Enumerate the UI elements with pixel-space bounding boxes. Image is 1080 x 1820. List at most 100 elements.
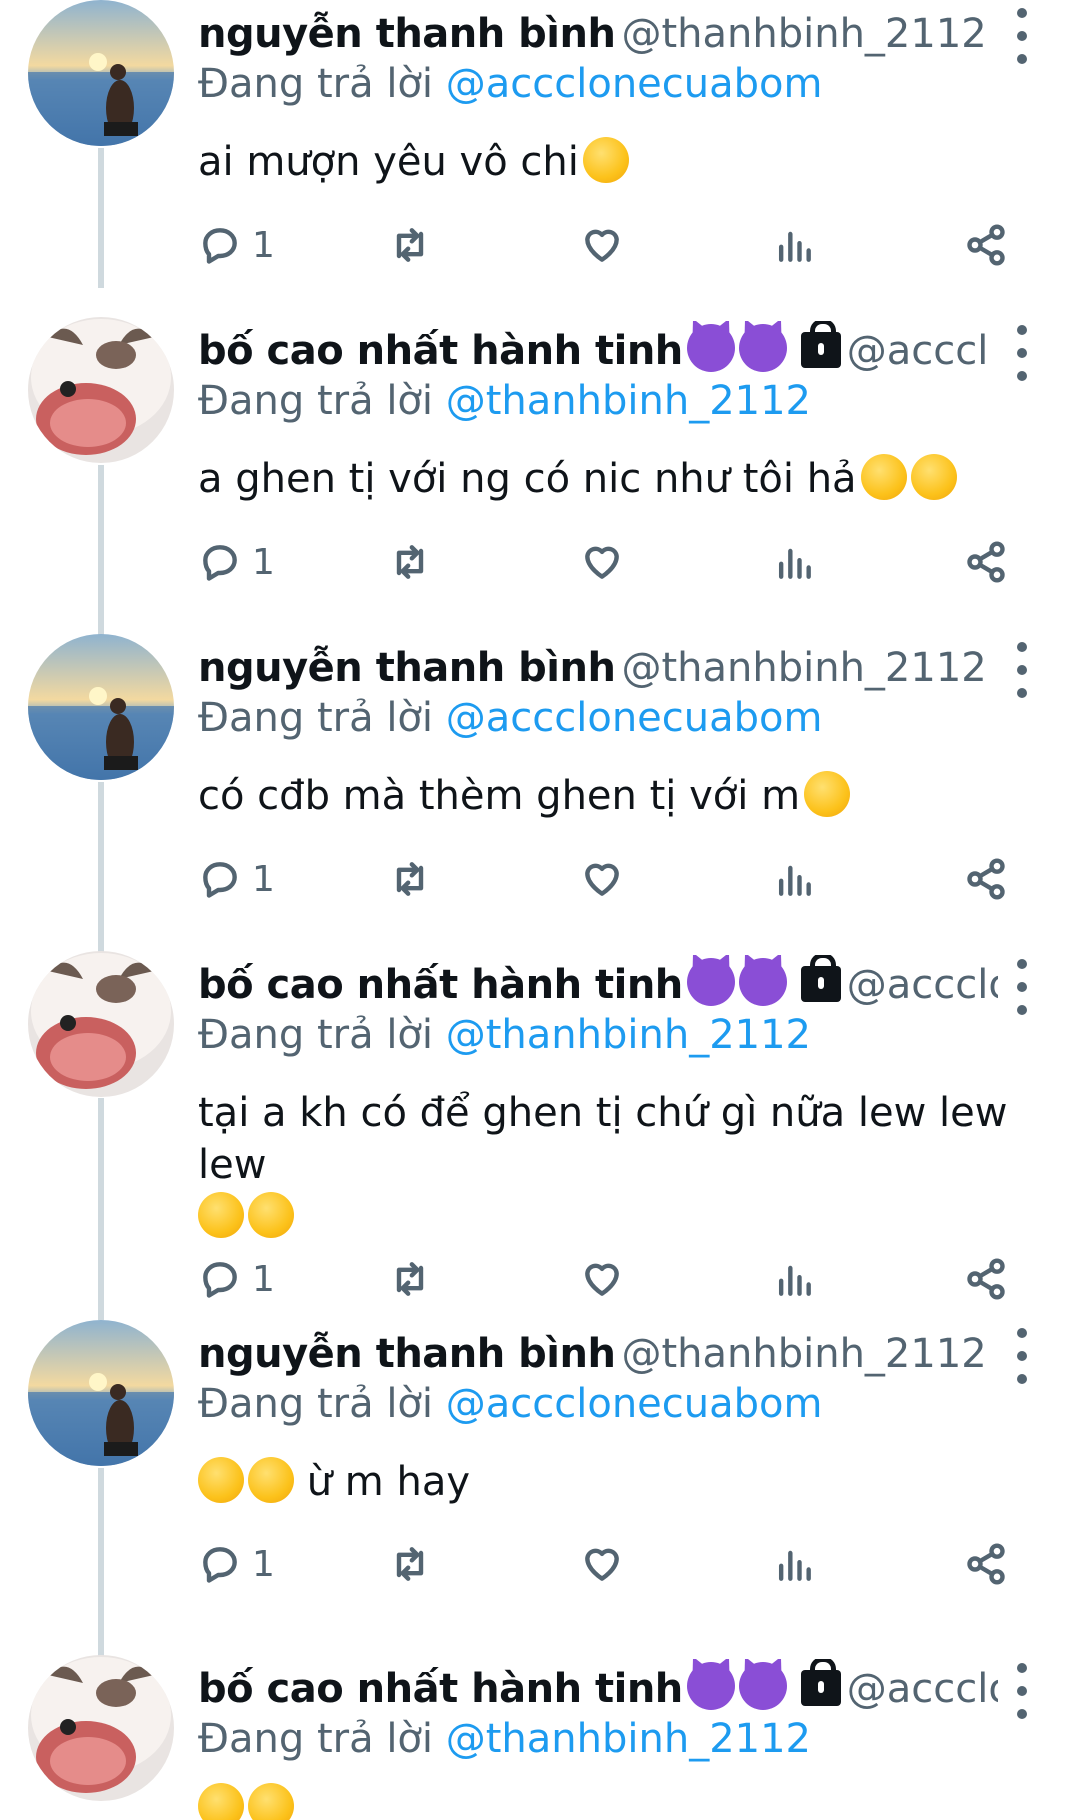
more-options-icon[interactable] <box>1010 325 1034 381</box>
views-button[interactable] <box>772 1534 816 1594</box>
like-button[interactable] <box>580 1534 624 1594</box>
display-name[interactable]: bố cao nhất hành tinh <box>198 328 683 374</box>
reply-count: 1 <box>252 541 275 583</box>
user-handle[interactable]: @thanhbinh_2112 · ... <box>621 11 998 57</box>
replying-label: Đang trả lời <box>198 1012 434 1058</box>
retweet-button[interactable] <box>388 532 432 592</box>
grinning-face-emoji <box>248 1457 294 1503</box>
smiling-devil-emoji <box>686 958 735 1006</box>
share-button[interactable] <box>964 1534 1008 1594</box>
views-button[interactable] <box>772 532 816 592</box>
mention-link[interactable]: @accclonecuabom <box>446 695 823 741</box>
more-options-icon[interactable] <box>1010 959 1034 1015</box>
lock-icon <box>800 1659 841 1706</box>
tweet-text: có cđb mà thèm ghen tị với m <box>198 770 1038 822</box>
reply-thread: nguyễn thanh bình@thanhbinh_2112 · ... Đ… <box>0 0 1080 1820</box>
tweet-text: a ghen tị với ng có nic như tôi hả <box>198 453 1038 505</box>
user-handle[interactable]: @accclo... <box>847 1666 998 1712</box>
like-button[interactable] <box>580 532 624 592</box>
display-name[interactable]: nguyễn thanh bình <box>198 1331 616 1377</box>
smiling-devil-emoji <box>738 958 787 1006</box>
avatar[interactable] <box>28 0 174 146</box>
reply-button[interactable]: 1 <box>198 1249 275 1309</box>
analytics-icon <box>778 865 811 896</box>
display-name[interactable]: nguyễn thanh bình <box>198 645 616 691</box>
smiling-devil-emoji <box>686 1662 735 1710</box>
thread-line <box>98 148 104 288</box>
smiling-devil-emoji <box>686 324 735 372</box>
share-icon <box>967 224 1005 266</box>
retweet-button[interactable] <box>388 1249 432 1309</box>
replying-to: Đang trả lời @thanhbinh_2112 <box>198 1007 811 1063</box>
grinning-face-emoji <box>198 1457 244 1503</box>
avatar[interactable] <box>28 634 174 780</box>
views-button[interactable] <box>772 849 816 909</box>
reply-button[interactable]: 1 <box>198 849 275 909</box>
smiling-devil-emoji <box>738 324 787 372</box>
like-button[interactable] <box>580 849 624 909</box>
tweet-header: bố cao nhất hành tinh @acccl o... <box>198 321 998 381</box>
thread-line <box>98 782 104 952</box>
face-savoring-food-emoji <box>198 1783 244 1820</box>
retweet-button[interactable] <box>388 215 432 275</box>
tweet-header: bố cao nhất hành tinh @accclo... <box>198 955 998 1015</box>
analytics-icon <box>778 548 811 579</box>
mention-link[interactable]: @accclonecuabom <box>446 1381 823 1427</box>
reply-button[interactable]: 1 <box>198 532 275 592</box>
thread-line <box>98 465 104 635</box>
retweet-button[interactable] <box>388 849 432 909</box>
mention-link[interactable]: @thanhbinh_2112 <box>446 378 811 424</box>
like-button[interactable] <box>580 215 624 275</box>
grinning-face-emoji <box>804 771 851 817</box>
avatar[interactable] <box>28 1320 174 1466</box>
reply-button[interactable]: 1 <box>198 215 275 275</box>
display-name[interactable]: nguyễn thanh bình <box>198 11 616 57</box>
mention-link[interactable]: @accclonecuabom <box>446 61 823 107</box>
lock-icon <box>800 955 841 1002</box>
tweet-text-content: a ghen tị với ng có nic như tôi hả <box>198 456 857 502</box>
tweet-text-content: tại a kh có để ghen tị chứ gì nữa lew le… <box>198 1090 1008 1188</box>
more-options-icon[interactable] <box>1010 1328 1034 1384</box>
more-options-icon[interactable] <box>1010 1663 1034 1719</box>
replying-label: Đang trả lời <box>198 61 434 107</box>
display-name[interactable]: bố cao nhất hành tinh <box>198 1666 683 1712</box>
mention-link[interactable]: @thanhbinh_2112 <box>446 1716 811 1762</box>
analytics-icon <box>778 1550 811 1581</box>
tweet-header: bố cao nhất hành tinh @accclo... <box>198 1659 998 1719</box>
tweet-text <box>198 1783 1038 1820</box>
smiling-devil-emoji <box>738 1662 787 1710</box>
retweet-icon <box>396 228 424 262</box>
avatar[interactable] <box>28 317 174 463</box>
retweet-button[interactable] <box>388 1534 432 1594</box>
action-bar: 1 <box>198 215 1018 275</box>
share-button[interactable] <box>964 532 1008 592</box>
tweet-text-content: ai mượn yêu vô chi <box>198 139 579 185</box>
share-button[interactable] <box>964 215 1008 275</box>
avatar[interactable] <box>28 951 174 1097</box>
reply-icon <box>203 228 237 264</box>
reply-button[interactable]: 1 <box>198 1534 275 1594</box>
user-handle[interactable]: @acccl o... <box>847 328 998 374</box>
avatar[interactable] <box>28 1655 174 1801</box>
replying-to: Đang trả lời @accclonecuabom <box>198 690 822 746</box>
reply-icon <box>203 1547 237 1583</box>
reply-count: 1 <box>252 1543 275 1585</box>
reply-count: 1 <box>252 224 275 266</box>
user-handle[interactable]: @thanhbinh_2112 · ... <box>621 1331 998 1377</box>
user-handle[interactable]: @accclo... <box>847 962 998 1008</box>
action-bar: 1 <box>198 532 1018 592</box>
reply-icon <box>203 545 237 581</box>
more-options-icon[interactable] <box>1010 8 1034 64</box>
display-name[interactable]: bố cao nhất hành tinh <box>198 962 683 1008</box>
like-button[interactable] <box>580 1249 624 1309</box>
views-button[interactable] <box>772 215 816 275</box>
user-handle[interactable]: @thanhbinh_2112 · ... <box>621 645 998 691</box>
replying-to: Đang trả lời @accclonecuabom <box>198 1376 822 1432</box>
replying-to: Đang trả lời @accclonecuabom <box>198 56 822 112</box>
share-button[interactable] <box>964 1249 1008 1309</box>
mention-link[interactable]: @thanhbinh_2112 <box>446 1012 811 1058</box>
share-button[interactable] <box>964 849 1008 909</box>
heart-icon <box>585 863 619 896</box>
views-button[interactable] <box>772 1249 816 1309</box>
more-options-icon[interactable] <box>1010 642 1034 698</box>
